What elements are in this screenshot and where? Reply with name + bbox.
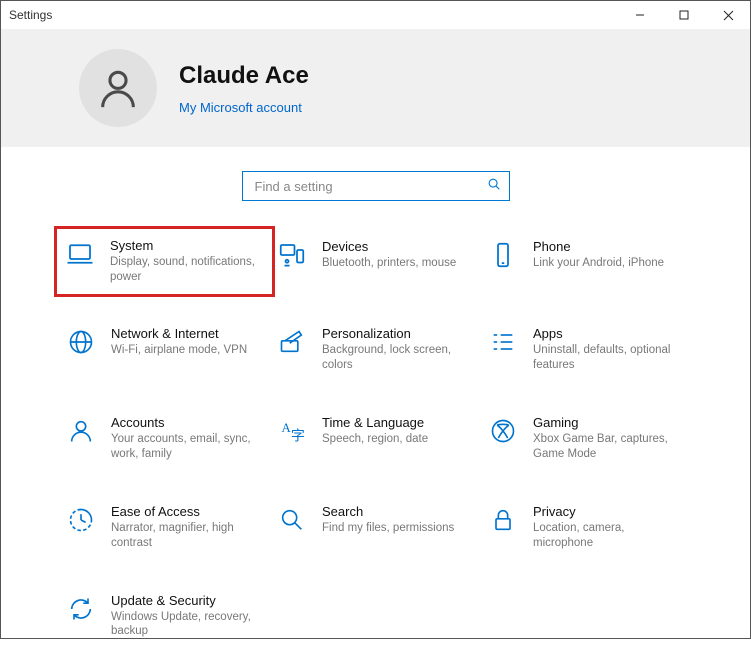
search-input[interactable]: [253, 178, 487, 195]
tile-title: System: [110, 238, 259, 253]
tile-desc: Wi-Fi, airplane mode, VPN: [111, 343, 247, 358]
search-box[interactable]: [242, 171, 510, 201]
paint-icon: [276, 326, 308, 358]
tile-desc: Windows Update, recovery, backup: [111, 610, 258, 640]
maximize-button[interactable]: [662, 1, 706, 29]
tile-title: Personalization: [322, 326, 469, 341]
minimize-button[interactable]: [618, 1, 662, 29]
magnifier-icon: [276, 504, 308, 536]
avatar: [79, 49, 157, 127]
tile-title: Gaming: [533, 415, 680, 430]
tile-title: Ease of Access: [111, 504, 258, 519]
tile-phone[interactable]: Phone Link your Android, iPhone: [483, 233, 690, 290]
tile-title: Privacy: [533, 504, 680, 519]
laptop-icon: [64, 238, 96, 270]
language-icon: A字: [276, 415, 308, 447]
close-button[interactable]: [706, 1, 750, 29]
tile-title: Time & Language: [322, 415, 428, 430]
tile-title: Search: [322, 504, 454, 519]
profile-header: Claude Ace My Microsoft account: [1, 29, 750, 147]
tile-desc: Speech, region, date: [322, 432, 428, 447]
tile-desc: Link your Android, iPhone: [533, 256, 664, 271]
tile-title: Devices: [322, 239, 456, 254]
tile-desc: Your accounts, email, sync, work, family: [111, 432, 258, 462]
tile-gaming[interactable]: Gaming Xbox Game Bar, captures, Game Mod…: [483, 409, 690, 468]
tile-desc: Display, sound, notifications, power: [110, 255, 259, 285]
tile-personalization[interactable]: Personalization Background, lock screen,…: [272, 320, 479, 379]
tile-title: Update & Security: [111, 593, 258, 608]
phone-icon: [487, 239, 519, 271]
tile-time-language[interactable]: A字 Time & Language Speech, region, date: [272, 409, 479, 468]
tile-desc: Xbox Game Bar, captures, Game Mode: [533, 432, 680, 462]
tile-accounts[interactable]: Accounts Your accounts, email, sync, wor…: [61, 409, 268, 468]
user-display-name: Claude Ace: [179, 62, 309, 90]
settings-grid: System Display, sound, notifications, po…: [61, 233, 690, 645]
window-title: Settings: [9, 8, 52, 22]
tile-ease-of-access[interactable]: Ease of Access Narrator, magnifier, high…: [61, 498, 268, 557]
tile-desc: Background, lock screen, colors: [322, 343, 469, 373]
tile-desc: Bluetooth, printers, mouse: [322, 256, 456, 271]
tile-devices[interactable]: Devices Bluetooth, printers, mouse: [272, 233, 479, 290]
svg-text:字: 字: [291, 428, 305, 444]
sync-icon: [65, 593, 97, 625]
tile-network[interactable]: Network & Internet Wi-Fi, airplane mode,…: [61, 320, 268, 379]
apps-icon: [487, 326, 519, 358]
person-icon: [65, 415, 97, 447]
tile-apps[interactable]: Apps Uninstall, defaults, optional featu…: [483, 320, 690, 379]
tile-title: Accounts: [111, 415, 258, 430]
accessibility-icon: [65, 504, 97, 536]
tile-system[interactable]: System Display, sound, notifications, po…: [54, 226, 275, 297]
tile-title: Network & Internet: [111, 326, 247, 341]
lock-icon: [487, 504, 519, 536]
tile-desc: Location, camera, microphone: [533, 521, 680, 551]
window-controls: [618, 1, 750, 29]
tile-desc: Find my files, permissions: [322, 521, 454, 536]
devices-icon: [276, 239, 308, 271]
tile-desc: Narrator, magnifier, high contrast: [111, 521, 258, 551]
title-bar: Settings: [1, 1, 750, 29]
tile-search[interactable]: Search Find my files, permissions: [272, 498, 479, 557]
globe-icon: [65, 326, 97, 358]
xbox-icon: [487, 415, 519, 447]
tile-desc: Uninstall, defaults, optional features: [533, 343, 680, 373]
search-icon: [487, 177, 501, 196]
microsoft-account-link[interactable]: My Microsoft account: [179, 100, 309, 115]
tile-title: Phone: [533, 239, 664, 254]
tile-title: Apps: [533, 326, 680, 341]
tile-privacy[interactable]: Privacy Location, camera, microphone: [483, 498, 690, 557]
tile-update-security[interactable]: Update & Security Windows Update, recove…: [61, 587, 268, 645]
